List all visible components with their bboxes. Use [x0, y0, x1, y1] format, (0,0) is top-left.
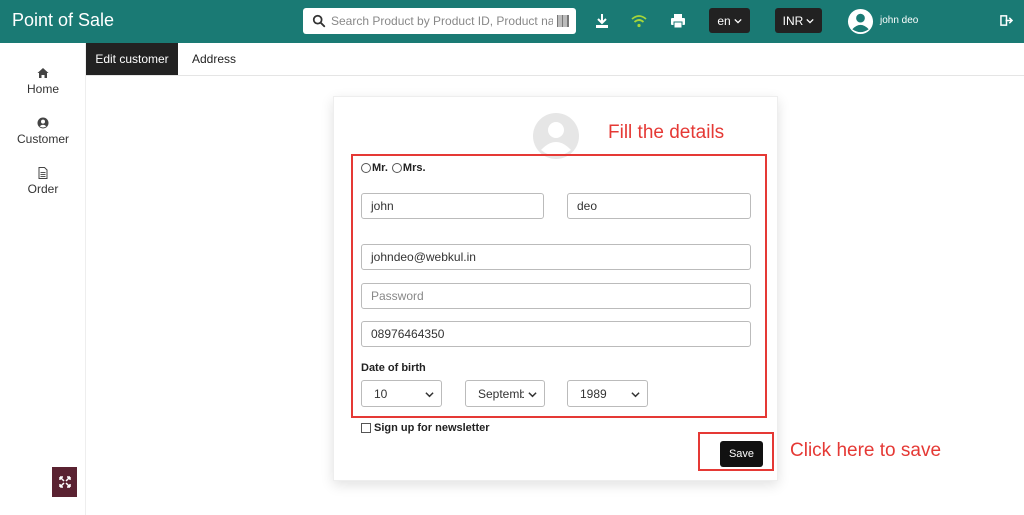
mr-radio[interactable]: [361, 163, 371, 173]
newsletter-checkbox[interactable]: [361, 423, 371, 433]
title-radio-group: Mr. Mrs.: [361, 162, 426, 174]
search-input[interactable]: [331, 8, 553, 34]
tab-edit-customer[interactable]: Edit customer: [86, 43, 178, 75]
email-field[interactable]: johndeo@webkul.in: [361, 244, 751, 270]
search-icon: [312, 14, 326, 28]
chevron-down-icon: [631, 392, 640, 398]
customer-avatar-icon: [533, 113, 579, 159]
language-dropdown[interactable]: en: [709, 8, 750, 33]
tab-address[interactable]: Address: [178, 43, 250, 75]
wifi-icon[interactable]: [631, 13, 647, 29]
dob-label: Date of birth: [361, 362, 426, 374]
newsletter-label: Sign up for newsletter: [374, 422, 490, 434]
dob-day-value: 10: [374, 386, 388, 401]
app-title: Point of Sale: [12, 10, 115, 30]
mr-radio-label: Mr.: [372, 162, 388, 174]
logout-icon[interactable]: [1000, 14, 1013, 27]
chevron-down-icon: [425, 392, 434, 398]
sidebar-item-customer[interactable]: Customer: [0, 117, 86, 146]
chevron-down-icon: [806, 18, 814, 24]
chevron-down-icon: [528, 392, 537, 398]
sidebar: Home Customer Order: [0, 43, 86, 515]
phone-field[interactable]: 08976464350: [361, 321, 751, 347]
sidebar-item-home[interactable]: Home: [0, 67, 86, 96]
customer-form-card: Mr. Mrs. john deo johndeo@webkul.in Pass…: [333, 96, 778, 481]
newsletter-row: Sign up for newsletter: [361, 422, 490, 434]
user-name[interactable]: john deo: [880, 15, 918, 26]
top-bar: Point of Sale en INR: [0, 0, 1024, 43]
language-value: en: [717, 13, 731, 28]
print-icon[interactable]: [670, 13, 686, 29]
user-avatar-icon[interactable]: [847, 8, 874, 35]
first-name-field[interactable]: john: [361, 193, 544, 219]
currency-value: INR: [782, 13, 804, 28]
last-name-field[interactable]: deo: [567, 193, 751, 219]
sidebar-item-label: Home: [26, 82, 59, 96]
search-box[interactable]: [303, 8, 576, 34]
click-save-annotation: Click here to save: [790, 440, 942, 461]
currency-dropdown[interactable]: INR: [775, 8, 822, 33]
chevron-down-icon: [734, 18, 742, 24]
fullscreen-button[interactable]: [52, 467, 77, 497]
dob-year-value: 1989: [580, 386, 607, 401]
document-icon: [38, 167, 48, 179]
home-icon: [37, 68, 49, 78]
sidebar-item-order[interactable]: Order: [0, 167, 86, 196]
fill-details-annotation: Fill the details: [608, 122, 725, 143]
download-icon[interactable]: [594, 13, 610, 29]
dob-month-select[interactable]: September: [465, 380, 545, 407]
mrs-radio-label: Mrs.: [402, 162, 426, 174]
sidebar-item-label: Order: [27, 182, 59, 196]
dob-year-select[interactable]: 1989: [567, 380, 648, 407]
dob-month-value: September: [478, 386, 524, 401]
tab-bar: Edit customer Address: [86, 43, 1024, 76]
dob-day-select[interactable]: 10: [361, 380, 442, 407]
barcode-icon[interactable]: [557, 15, 569, 27]
expand-icon: [58, 476, 71, 488]
user-circle-icon: [37, 117, 49, 129]
save-button[interactable]: Save: [720, 441, 763, 467]
sidebar-item-label: Customer: [16, 132, 69, 146]
password-field[interactable]: Password: [361, 283, 751, 309]
mrs-radio[interactable]: [391, 163, 402, 173]
